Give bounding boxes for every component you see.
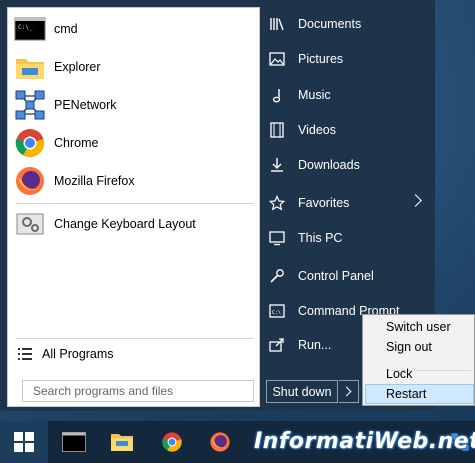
menu-item-pictures[interactable]: Pictures bbox=[268, 45, 428, 73]
shutdown-button[interactable]: Shut down bbox=[266, 380, 338, 403]
menu-label: Videos bbox=[298, 123, 336, 137]
program-label: Explorer bbox=[54, 60, 101, 74]
taskbar-explorer[interactable] bbox=[98, 421, 146, 463]
menu-label: Pictures bbox=[298, 52, 344, 66]
menu-item-downloads[interactable]: Downloads bbox=[268, 151, 428, 179]
taskbar-firefox[interactable] bbox=[196, 421, 244, 463]
firefox-icon bbox=[14, 165, 46, 197]
menu-item-control-panel[interactable]: Control Panel bbox=[268, 262, 428, 290]
menu-label: Music bbox=[298, 88, 331, 102]
shutdown-options-button[interactable] bbox=[339, 380, 359, 403]
menu-label: Switch user bbox=[386, 320, 451, 334]
film-icon bbox=[268, 121, 286, 139]
star-icon bbox=[268, 194, 286, 212]
download-icon bbox=[268, 156, 286, 174]
menu-label: Run... bbox=[298, 338, 332, 352]
program-label: Change Keyboard Layout bbox=[54, 217, 196, 231]
keyboard-settings-icon bbox=[14, 208, 46, 240]
cmd-icon: C:\_ bbox=[14, 13, 46, 45]
chrome-icon bbox=[162, 432, 182, 452]
watermark: InformatiWeb.net bbox=[254, 429, 475, 454]
menu-item-favorites[interactable]: Favorites bbox=[268, 189, 428, 217]
menu-label: Sign out bbox=[386, 340, 432, 354]
menu-item-lock[interactable]: Lock bbox=[365, 364, 474, 384]
taskbar-chrome[interactable] bbox=[148, 421, 196, 463]
menu-label: Favorites bbox=[298, 196, 350, 210]
picture-icon bbox=[268, 50, 286, 68]
list-icon bbox=[18, 348, 32, 360]
network-icon bbox=[14, 89, 46, 121]
all-programs-button[interactable]: All Programs bbox=[16, 343, 254, 365]
menu-item-this-pc[interactable]: This PC bbox=[268, 224, 428, 252]
menu-label: Downloads bbox=[298, 158, 360, 172]
svg-text:C:\_: C:\_ bbox=[18, 24, 33, 31]
program-cmd[interactable]: C:\_ cmd bbox=[12, 11, 256, 47]
program-explorer[interactable]: Explorer bbox=[12, 49, 256, 85]
folder-icon bbox=[14, 51, 46, 83]
windows-logo-icon bbox=[14, 432, 34, 452]
program-label: Mozilla Firefox bbox=[54, 174, 135, 188]
program-change-keyboard-layout[interactable]: Change Keyboard Layout bbox=[12, 206, 256, 242]
menu-item-videos[interactable]: Videos bbox=[268, 116, 428, 144]
program-label: cmd bbox=[54, 22, 78, 36]
books-icon bbox=[268, 15, 286, 33]
programs-pane: C:\_ cmd Explorer PENetwork Chrome Mozil… bbox=[7, 7, 260, 407]
search-box[interactable] bbox=[22, 380, 254, 402]
music-note-icon bbox=[268, 86, 286, 104]
program-penetwork[interactable]: PENetwork bbox=[12, 87, 256, 123]
menu-item-music[interactable]: Music bbox=[268, 81, 428, 109]
menu-label: Restart bbox=[386, 387, 427, 401]
chrome-icon bbox=[14, 127, 46, 159]
run-icon bbox=[268, 336, 286, 354]
menu-item-switch-user[interactable]: Switch user bbox=[365, 317, 474, 337]
separator bbox=[16, 338, 254, 339]
cmd-icon bbox=[62, 432, 86, 452]
program-chrome[interactable]: Chrome bbox=[12, 125, 256, 161]
monitor-icon bbox=[268, 229, 286, 247]
search-input[interactable] bbox=[31, 383, 253, 399]
program-label: Chrome bbox=[54, 136, 99, 150]
svg-text:C:\: C:\ bbox=[272, 310, 281, 316]
separator bbox=[16, 203, 254, 204]
taskbar-cmd[interactable] bbox=[50, 421, 98, 463]
chevron-right-icon bbox=[409, 194, 422, 207]
menu-label: Control Panel bbox=[298, 269, 374, 283]
menu-label: Documents bbox=[298, 17, 362, 31]
menu-item-restart[interactable]: Restart bbox=[365, 384, 474, 404]
program-firefox[interactable]: Mozilla Firefox bbox=[12, 163, 256, 199]
firefox-icon bbox=[210, 432, 230, 452]
menu-item-sign-out[interactable]: Sign out bbox=[365, 337, 474, 357]
cmd-small-icon: C:\ bbox=[268, 302, 286, 320]
menu-label: Lock bbox=[386, 367, 413, 381]
program-label: PENetwork bbox=[54, 98, 117, 112]
menu-label: This PC bbox=[298, 231, 343, 245]
shutdown-context-menu: Switch user Sign out Lock Restart bbox=[362, 314, 475, 406]
all-programs-label: All Programs bbox=[42, 347, 114, 361]
menu-item-documents[interactable]: Documents bbox=[268, 10, 428, 38]
start-button[interactable] bbox=[0, 421, 48, 463]
folder-icon bbox=[111, 434, 133, 451]
control-panel-icon bbox=[268, 267, 286, 285]
